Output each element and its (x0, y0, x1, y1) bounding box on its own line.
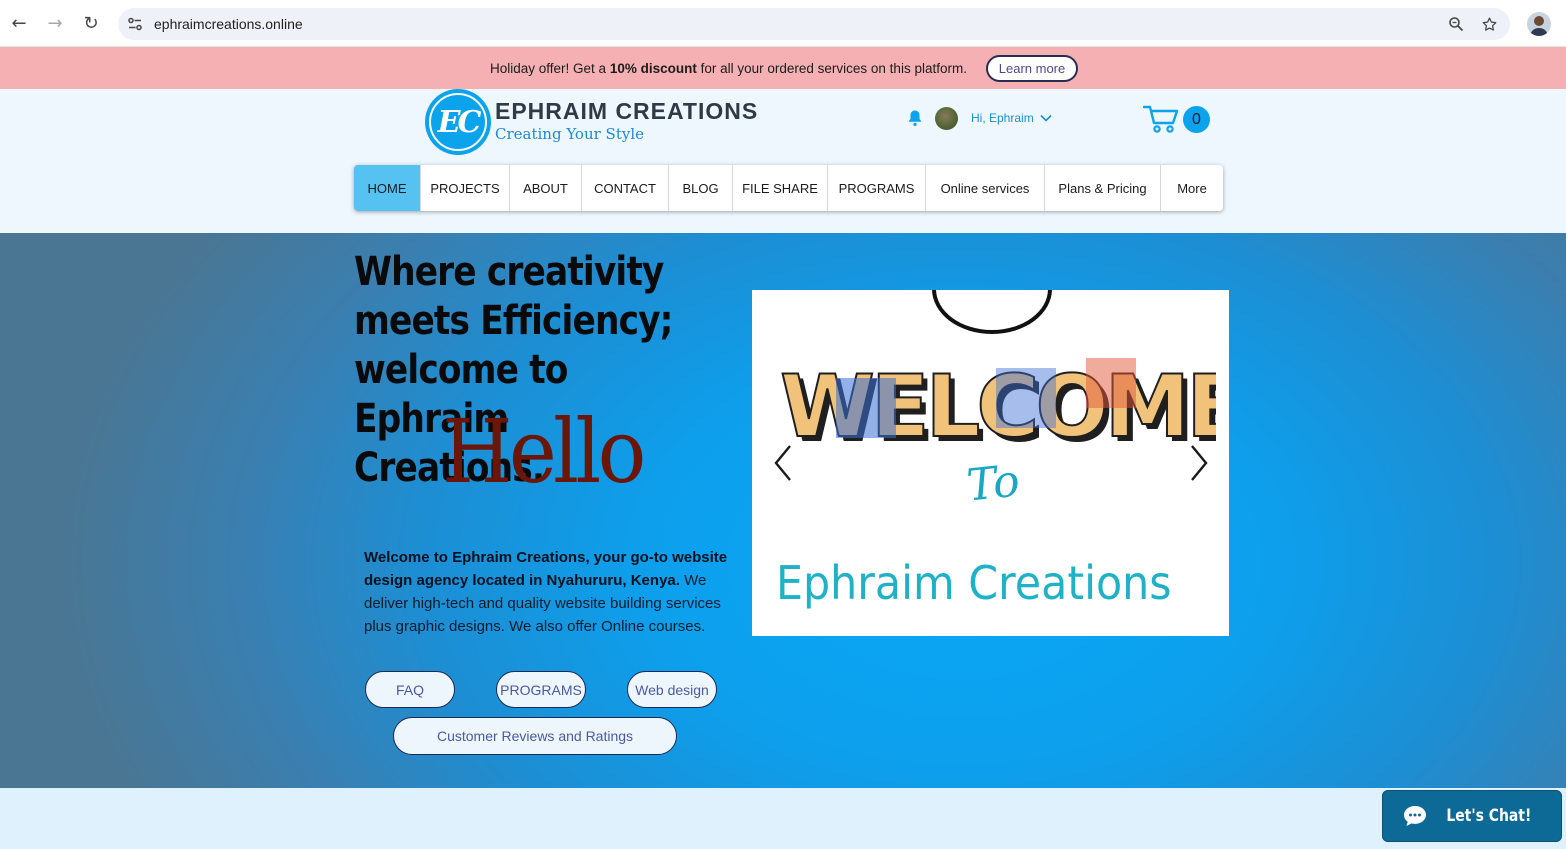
profile-avatar[interactable] (1527, 12, 1551, 36)
chat-label: Let's Chat! (1446, 806, 1532, 826)
slideshow-prev-arrow-icon[interactable] (772, 443, 794, 483)
slideshow-next-arrow-icon[interactable] (1188, 443, 1210, 483)
promo-text-before: Holiday offer! Get a (490, 61, 610, 76)
forward-button[interactable]: → (42, 10, 68, 36)
chevron-down-icon[interactable] (1038, 110, 1054, 126)
site-settings-icon[interactable] (124, 13, 146, 35)
hero-description: Welcome to Ephraim Creations, your go-to… (364, 546, 740, 638)
cart-icon[interactable] (1142, 104, 1179, 134)
menu-item-home[interactable]: HOME (354, 165, 421, 211)
bookmark-star-icon[interactable] (1478, 13, 1500, 35)
address-bar[interactable]: ephraimcreations.online (118, 8, 1510, 40)
menu-item-blog[interactable]: BLOG (669, 165, 733, 211)
programs-button[interactable]: PROGRAMS (496, 671, 586, 708)
slide-brand-text: Ephraim Creations (776, 556, 1172, 610)
learn-more-button[interactable]: Learn more (986, 55, 1078, 82)
hero-description-strong: Welcome to Ephraim Creations, your go-to… (364, 549, 728, 589)
next-section (0, 788, 1566, 849)
logo-monogram: EC (437, 104, 482, 140)
main-menu: HOME PROJECTS ABOUT CONTACT BLOG FILE SH… (354, 165, 1223, 211)
welcome-graphic: WELCOME WELCOME (779, 356, 1216, 458)
lets-chat-button[interactable]: Let's Chat! (1382, 790, 1562, 842)
menu-item-projects[interactable]: PROJECTS (421, 165, 510, 211)
menu-item-plans-pricing[interactable]: Plans & Pricing (1045, 165, 1161, 211)
chat-bubble-icon (1404, 806, 1427, 826)
menu-item-online-services[interactable]: Online services (926, 165, 1045, 211)
promo-banner: Holiday offer! Get a 10% discount for al… (0, 47, 1566, 89)
welcome-color-block (836, 378, 896, 438)
url-text[interactable]: ephraimcreations.online (154, 16, 303, 32)
menu-item-file-share[interactable]: FILE SHARE (733, 165, 828, 211)
notification-bell-icon[interactable] (906, 109, 924, 127)
user-avatar[interactable] (935, 107, 958, 130)
zoom-icon[interactable] (1445, 13, 1467, 35)
promo-text-after: for all your ordered services on this pl… (696, 61, 967, 76)
welcome-color-block (1086, 358, 1136, 408)
reload-button[interactable]: ↻ (78, 10, 104, 36)
hello-text: Hello (442, 400, 646, 503)
customer-reviews-button[interactable]: Customer Reviews and Ratings (393, 717, 677, 755)
brand-tagline: Creating Your Style (495, 125, 645, 143)
menu-item-about[interactable]: ABOUT (510, 165, 582, 211)
menu-item-contact[interactable]: CONTACT (582, 165, 669, 211)
back-button[interactable]: ← (6, 10, 32, 36)
brand-name[interactable]: EPHRAIM CREATIONS (495, 98, 758, 125)
cart-count-badge[interactable]: 0 (1183, 106, 1210, 133)
site-header (0, 89, 1566, 233)
faq-button[interactable]: FAQ (365, 671, 455, 708)
user-greeting[interactable]: Hi, Ephraim (971, 111, 1034, 125)
decorative-arc (932, 290, 1052, 334)
logo-ring: EC (429, 93, 487, 151)
promo-text: Holiday offer! Get a 10% discount for al… (490, 61, 967, 76)
logo[interactable]: EC (425, 89, 491, 155)
promo-discount: 10% discount (609, 61, 697, 76)
web-design-button[interactable]: Web design (627, 671, 717, 708)
menu-item-more[interactable]: More (1161, 165, 1223, 211)
welcome-color-block (996, 368, 1056, 428)
to-script-text: To (964, 455, 1022, 512)
menu-item-programs[interactable]: PROGRAMS (828, 165, 926, 211)
browser-toolbar: ← → ↻ ephraimcreations.online (0, 0, 1566, 47)
welcome-slideshow: WELCOME WELCOME To Ephraim Creations (752, 290, 1229, 636)
